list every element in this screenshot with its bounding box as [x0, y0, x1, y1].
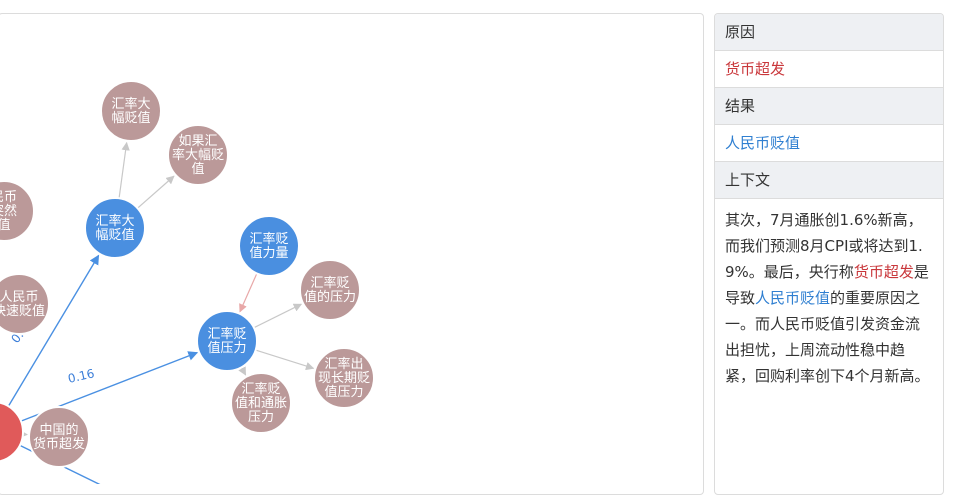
graph-node[interactable]	[0, 402, 23, 462]
graph-node[interactable]: 汇率贬值的压力	[300, 260, 360, 320]
effect-value: 人民币贬值	[715, 125, 943, 162]
graph-edge	[119, 143, 127, 199]
node-label: 值力量	[249, 245, 288, 261]
node-label: 民币	[0, 190, 17, 205]
graph-node[interactable]: 民币突然值	[0, 181, 34, 241]
context-effect-highlight: 人民币贬值	[755, 289, 830, 307]
node-label: 幅贬值	[111, 110, 150, 126]
node-label: 汇率贬	[249, 231, 288, 247]
graph-node[interactable]: 汇率大幅贬值	[85, 198, 145, 258]
node-label: 汇率贬	[310, 275, 349, 291]
effect-header: 结果	[715, 88, 943, 125]
graph-edge	[256, 350, 314, 368]
graph-node[interactable]: 汇率贬值和通胀压力	[231, 373, 291, 433]
node-label: 如果汇	[178, 133, 217, 149]
context-text: 其次，7月通胀创1.6%新高，而我们预测8月CPI或将达到1.9%。最后，央行称…	[715, 199, 943, 397]
cause-effect-panel: 原因 货币超发 结果 人民币贬值 上下文 其次，7月通胀创1.6%新高，而我们预…	[714, 13, 944, 495]
graph-edge	[138, 176, 174, 208]
node-label: 汇率大	[111, 96, 150, 112]
node-label: 汇率大	[95, 213, 134, 229]
context-header: 上下文	[715, 162, 943, 199]
node-label: 值压力	[324, 384, 363, 400]
graph-node[interactable]: 人民币快速贬值	[0, 274, 49, 334]
graph-edge	[240, 273, 257, 311]
node-label: 值的压力	[304, 289, 356, 305]
node-label: 值和通胀	[235, 395, 287, 411]
node-label: 值压力	[207, 340, 246, 356]
node-label: 汇率贬	[241, 381, 280, 397]
node-label: 突然	[0, 203, 17, 219]
graph-edge	[241, 367, 245, 375]
graph-node[interactable]: 汇率大幅贬值	[101, 81, 161, 141]
cause-header: 原因	[715, 14, 943, 51]
node-label: 率大幅贬	[172, 147, 224, 163]
node-label: 值	[0, 217, 11, 233]
node-label: 汇率贬	[207, 326, 246, 342]
node-label: 现长期贬	[318, 371, 370, 386]
graph-node[interactable]: 如果汇率大幅贬值	[168, 125, 228, 185]
node-circle[interactable]	[0, 402, 23, 462]
causal-graph-canvas[interactable]: 0.160.1 汇率大幅贬值如果汇率大幅贬值民币突然值汇率大幅贬值汇率贬值力量汇…	[0, 14, 703, 484]
graph-node[interactable]: 汇率出现长期贬值压力	[314, 348, 374, 408]
node-label: 幅贬值	[95, 227, 134, 243]
cause-value: 货币超发	[715, 51, 943, 88]
context-cause-highlight: 货币超发	[854, 263, 914, 281]
node-label: 压力	[248, 410, 274, 425]
graph-node[interactable]: 汇率贬值压力	[197, 311, 257, 371]
node-label: 汇率出	[324, 356, 363, 372]
node-label: 货币超发	[33, 436, 85, 452]
graph-node[interactable]: 中国的货币超发	[29, 407, 89, 467]
graph-node[interactable]: 汇率贬值力量	[239, 216, 299, 276]
node-label: 快速贬值	[0, 303, 45, 319]
node-label: 中国的	[39, 422, 78, 438]
node-label: 人民币	[0, 290, 39, 305]
edge-weight-label: 0.16	[67, 366, 96, 386]
node-label: 值	[191, 161, 204, 177]
causal-graph-panel[interactable]: 0.160.1 汇率大幅贬值如果汇率大幅贬值民币突然值汇率大幅贬值汇率贬值力量汇…	[0, 13, 704, 495]
graph-edge	[254, 304, 301, 327]
